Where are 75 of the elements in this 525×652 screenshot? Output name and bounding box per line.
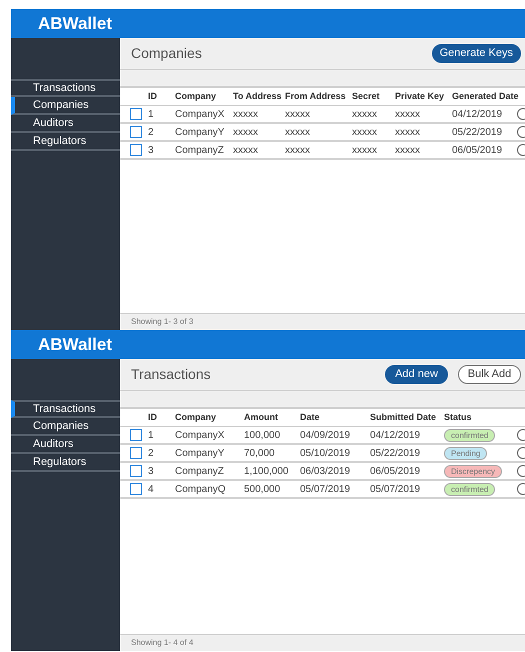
table-cell: 05/07/2019 (300, 484, 350, 494)
table-cell: CompanyX (175, 430, 224, 440)
table-cell: xxxxx (233, 144, 258, 156)
table-cell: 4 (148, 484, 154, 494)
row-checkbox[interactable] (130, 465, 142, 477)
table-cell: 1 (148, 430, 154, 440)
table-cell: 05/10/2019 (300, 448, 350, 458)
table-cell: CompanyX (175, 108, 224, 120)
table-cell: 04/12/2019 (370, 430, 420, 440)
table-cell: 3 (148, 466, 154, 476)
table-cell: 2 (148, 126, 154, 138)
action-button[interactable]: Bulk Add (458, 365, 521, 384)
row-checkbox[interactable] (130, 108, 142, 120)
status-badge: confirmted (444, 428, 496, 442)
row-checkbox[interactable] (130, 483, 142, 495)
column-header: Generated Date (452, 90, 519, 101)
app-title: ABWallet (38, 12, 112, 35)
sidebar-item[interactable]: Transactions (11, 79, 120, 97)
action-button[interactable]: Add new (385, 365, 448, 384)
column-header: To Address (233, 90, 282, 101)
table-cell: 3 (148, 144, 154, 156)
table-cell: 06/05/2019 (370, 466, 420, 476)
page-title: Transactions (131, 365, 211, 384)
table-cell: 1,100,000 (244, 466, 288, 476)
table-cell: 05/07/2019 (370, 484, 420, 494)
column-header: ID (148, 90, 157, 101)
table-cell: 05/22/2019 (370, 448, 420, 458)
table-cell: 70,000 (244, 448, 275, 458)
column-header: From Address (285, 90, 346, 101)
action-button[interactable]: Generate Keys (432, 44, 521, 63)
column-header: Company (175, 412, 216, 422)
table-cell: xxxxx (352, 108, 377, 120)
row-checkbox[interactable] (130, 447, 142, 459)
table-cell: 500,000 (244, 484, 280, 494)
table-cell: 04/12/2019 (452, 108, 502, 120)
table-cell: xxxxx (233, 108, 258, 120)
table-cell: 06/03/2019 (300, 466, 350, 476)
table-cell: 06/05/2019 (452, 144, 502, 156)
pagination-text: Showing 1- 4 of 4 (131, 637, 194, 649)
table-cell: xxxxx (395, 144, 420, 156)
page-title: Companies (131, 44, 202, 63)
table-cell: xxxxx (285, 126, 310, 138)
status-badge: confirmted (444, 482, 496, 496)
column-header: Company (175, 90, 216, 101)
table-cell: 100,000 (244, 430, 280, 440)
pagination-text: Showing 1- 3 of 3 (131, 316, 194, 328)
status-badge: Pending (444, 446, 488, 460)
column-header: Amount (244, 412, 278, 422)
column-header: Status (444, 412, 472, 422)
table-cell: xxxxx (352, 126, 377, 138)
table-cell: xxxxx (233, 126, 258, 138)
table-cell: xxxxx (395, 108, 420, 120)
table-cell: 05/22/2019 (452, 126, 502, 138)
table-cell: CompanyZ (175, 144, 224, 156)
table-cell: 1 (148, 108, 154, 120)
table-cell: 2 (148, 448, 154, 458)
column-header: Date (300, 412, 320, 422)
table-cell: CompanyQ (175, 484, 226, 494)
column-header: Secret (352, 90, 380, 101)
table-cell: xxxxx (352, 144, 377, 156)
column-header: Submitted Date (370, 412, 436, 422)
column-header: Private Key (395, 90, 444, 101)
table-cell: CompanyY (175, 448, 224, 458)
table-cell: xxxxx (285, 144, 310, 156)
row-checkbox[interactable] (130, 429, 142, 441)
table-cell: CompanyY (175, 126, 224, 138)
table-cell: xxxxx (285, 108, 310, 120)
table-cell: CompanyZ (175, 466, 224, 476)
status-badge: Discrepency (444, 464, 502, 478)
table-cell: 04/09/2019 (300, 430, 350, 440)
table-cell: xxxxx (395, 126, 420, 138)
column-header: ID (148, 412, 157, 422)
row-checkbox[interactable] (130, 126, 142, 138)
app-title: ABWallet (38, 334, 112, 356)
row-checkbox[interactable] (130, 144, 142, 156)
